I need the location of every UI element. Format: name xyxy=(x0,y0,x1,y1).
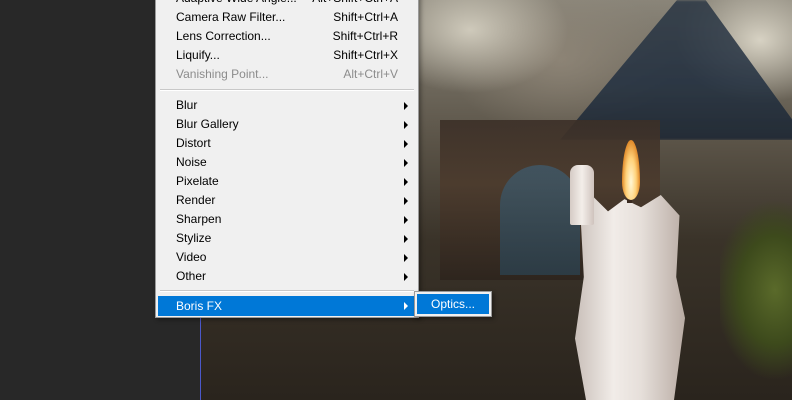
menu-item-label: Stylize xyxy=(176,231,212,245)
menu-item-other[interactable]: Other xyxy=(158,267,416,286)
menu-item-label: Video xyxy=(176,250,207,264)
menu-item-stylize[interactable]: Stylize xyxy=(158,229,416,248)
menu-item-label: Render xyxy=(176,193,216,207)
menu-item-label: Camera Raw Filter... xyxy=(176,10,286,24)
menu-item-label: Noise xyxy=(176,155,207,169)
menu-item-boris-fx[interactable]: Boris FX xyxy=(158,296,416,316)
menu-item-label: Other xyxy=(176,269,207,283)
menu-item-label: Adaptive Wide Angle... xyxy=(176,0,297,8)
menu-item-label: Liquify... xyxy=(176,48,220,62)
submenu-arrow-icon xyxy=(404,216,408,224)
menu-item-pixelate[interactable]: Pixelate xyxy=(158,172,416,191)
menu-item-shortcut: Alt+Ctrl+V xyxy=(343,67,398,81)
menu-item-shortcut: Shift+Ctrl+R xyxy=(332,29,398,43)
boris-fx-submenu: Optics... xyxy=(414,291,492,317)
submenu-arrow-icon xyxy=(404,197,408,205)
menu-item-sharpen[interactable]: Sharpen xyxy=(158,210,416,229)
submenu-arrow-icon xyxy=(404,254,408,262)
menu-item-render[interactable]: Render xyxy=(158,191,416,210)
image-candle-drip xyxy=(570,165,594,225)
submenu-arrow-icon xyxy=(404,302,408,310)
submenu-arrow-icon xyxy=(404,121,408,129)
menu-item-shortcut: Alt+Shift+Ctrl+A xyxy=(312,0,398,8)
menu-item-label: Blur Gallery xyxy=(176,117,239,131)
menu-item-label: Blur xyxy=(176,98,198,112)
menu-item-liquify[interactable]: Liquify... Shift+Ctrl+X xyxy=(158,46,416,65)
menu-item-lens-correction[interactable]: Lens Correction... Shift+Ctrl+R xyxy=(158,27,416,46)
image-tree xyxy=(720,180,792,400)
menu-item-label: Boris FX xyxy=(176,299,223,313)
image-candle xyxy=(575,195,685,400)
menu-item-vanishing-point: Vanishing Point... Alt+Ctrl+V xyxy=(158,65,416,84)
menu-item-blur[interactable]: Blur xyxy=(158,96,416,115)
menu-item-label: Pixelate xyxy=(176,174,219,188)
menu-item-label: Distort xyxy=(176,136,211,150)
menu-item-label: Lens Correction... xyxy=(176,29,271,43)
image-roof xyxy=(560,0,792,140)
menu-item-blur-gallery[interactable]: Blur Gallery xyxy=(158,115,416,134)
menu-item-label: Sharpen xyxy=(176,212,222,226)
menu-item-noise[interactable]: Noise xyxy=(158,153,416,172)
submenu-arrow-icon xyxy=(404,159,408,167)
menu-item-optics[interactable]: Optics... xyxy=(417,294,489,314)
menu-item-adaptive-wide-angle[interactable]: Adaptive Wide Angle... Alt+Shift+Ctrl+A xyxy=(158,0,416,8)
submenu-arrow-icon xyxy=(404,273,408,281)
submenu-arrow-icon xyxy=(404,235,408,243)
submenu-arrow-icon xyxy=(404,140,408,148)
menu-item-label: Vanishing Point... xyxy=(176,67,269,81)
submenu-arrow-icon xyxy=(404,178,408,186)
menu-separator xyxy=(160,89,414,91)
submenu-arrow-icon xyxy=(404,102,408,110)
filter-menu: Adaptive Wide Angle... Alt+Shift+Ctrl+A … xyxy=(155,0,419,318)
menu-item-distort[interactable]: Distort xyxy=(158,134,416,153)
menu-separator xyxy=(160,290,414,292)
menu-item-shortcut: Shift+Ctrl+A xyxy=(333,10,398,24)
image-window xyxy=(500,165,580,275)
menu-item-camera-raw-filter[interactable]: Camera Raw Filter... Shift+Ctrl+A xyxy=(158,8,416,27)
menu-item-video[interactable]: Video xyxy=(158,248,416,267)
menu-item-shortcut: Shift+Ctrl+X xyxy=(333,48,398,62)
